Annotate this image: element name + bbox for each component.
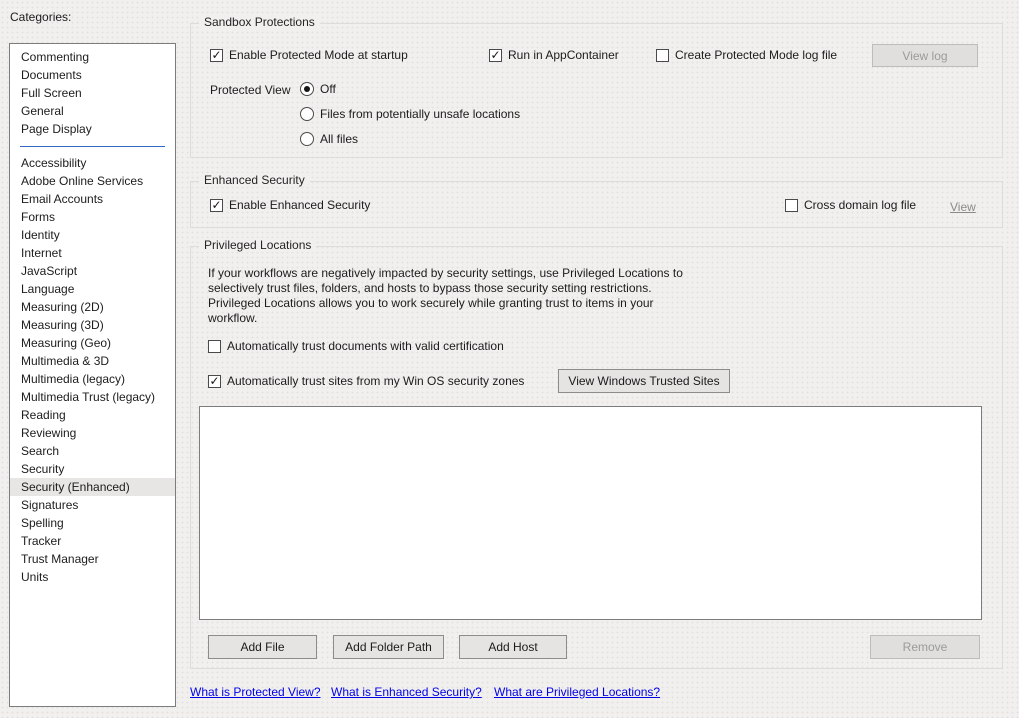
checkbox-icon: [210, 198, 223, 212]
link-what-is-enhanced-security[interactable]: What is Enhanced Security?: [331, 685, 482, 699]
radio-icon: [300, 107, 314, 121]
description-line: Privileged Locations allows you to work …: [208, 296, 654, 310]
sidebar-item-accessibility[interactable]: Accessibility: [10, 154, 175, 172]
sidebar-item-multimedia-legacy[interactable]: Multimedia (legacy): [10, 370, 175, 388]
sidebar-item-tracker[interactable]: Tracker: [10, 532, 175, 550]
categories-label: Categories:: [10, 10, 72, 24]
view-log-button[interactable]: View log: [872, 44, 978, 67]
sidebar-item-search[interactable]: Search: [10, 442, 175, 460]
checkbox-icon: [489, 48, 502, 62]
checkbox-enable-enhanced-security[interactable]: Enable Enhanced Security: [210, 198, 370, 212]
sidebar-item-measuring-2d[interactable]: Measuring (2D): [10, 298, 175, 316]
radio-icon: [300, 132, 314, 146]
privileged-locations-description: If your workflows are negatively impacte…: [208, 266, 808, 326]
sidebar-item-internet[interactable]: Internet: [10, 244, 175, 262]
sidebar-item-signatures[interactable]: Signatures: [10, 496, 175, 514]
remove-button[interactable]: Remove: [870, 635, 980, 659]
sidebar-item-adobe-online-services[interactable]: Adobe Online Services: [10, 172, 175, 190]
radio-protected-view-unsafe-locations[interactable]: Files from potentially unsafe locations: [300, 107, 520, 121]
privileged-locations-title: Privileged Locations: [199, 238, 317, 252]
checkbox-cross-domain-log-file[interactable]: Cross domain log file: [785, 198, 916, 212]
sidebar-item-email-accounts[interactable]: Email Accounts: [10, 190, 175, 208]
checkbox-icon: [208, 374, 221, 388]
view-windows-trusted-sites-button[interactable]: View Windows Trusted Sites: [558, 369, 730, 393]
description-line: If your workflows are negatively impacte…: [208, 266, 683, 280]
checkbox-icon: [656, 48, 669, 62]
category-group-separator: [20, 146, 165, 147]
sidebar-item-measuring-geo[interactable]: Measuring (Geo): [10, 334, 175, 352]
checkbox-label: Automatically trust documents with valid…: [227, 339, 504, 353]
add-file-button[interactable]: Add File: [208, 635, 317, 659]
sidebar-item-page-display[interactable]: Page Display: [10, 120, 175, 138]
link-what-are-privileged-locations[interactable]: What are Privileged Locations?: [494, 685, 660, 699]
checkbox-enable-protected-mode[interactable]: Enable Protected Mode at startup: [210, 48, 408, 62]
checkbox-trust-certified-documents[interactable]: Automatically trust documents with valid…: [208, 339, 504, 353]
checkbox-trust-win-os-security-zones[interactable]: Automatically trust sites from my Win OS…: [208, 374, 524, 388]
checkbox-label: Create Protected Mode log file: [675, 48, 838, 62]
checkbox-run-in-appcontainer[interactable]: Run in AppContainer: [489, 48, 619, 62]
sidebar-item-javascript[interactable]: JavaScript: [10, 262, 175, 280]
sidebar-item-commenting[interactable]: Commenting: [10, 48, 175, 66]
checkbox-label: Enable Enhanced Security: [229, 198, 371, 212]
sidebar-item-security-enhanced[interactable]: Security (Enhanced): [10, 478, 175, 496]
radio-protected-view-off[interactable]: Off: [300, 82, 336, 96]
sidebar-item-documents[interactable]: Documents: [10, 66, 175, 84]
sidebar-item-reviewing[interactable]: Reviewing: [10, 424, 175, 442]
sidebar-item-identity[interactable]: Identity: [10, 226, 175, 244]
checkbox-icon: [785, 198, 798, 212]
add-host-button[interactable]: Add Host: [459, 635, 567, 659]
checkbox-create-protected-mode-log[interactable]: Create Protected Mode log file: [656, 48, 837, 62]
sidebar-item-general[interactable]: General: [10, 102, 175, 120]
sidebar-item-units[interactable]: Units: [10, 568, 175, 586]
checkbox-icon: [210, 48, 223, 62]
checkbox-label: Automatically trust sites from my Win OS…: [227, 374, 525, 388]
sidebar-item-forms[interactable]: Forms: [10, 208, 175, 226]
add-folder-path-button[interactable]: Add Folder Path: [333, 635, 444, 659]
radio-protected-view-all-files[interactable]: All files: [300, 132, 358, 146]
sandbox-protections-title: Sandbox Protections: [199, 15, 320, 29]
sidebar-item-reading[interactable]: Reading: [10, 406, 175, 424]
link-what-is-protected-view[interactable]: What is Protected View?: [190, 685, 321, 699]
radio-label: All files: [320, 132, 359, 146]
privileged-locations-list[interactable]: [199, 406, 982, 620]
sidebar-item-trust-manager[interactable]: Trust Manager: [10, 550, 175, 568]
sidebar-item-multimedia-trust-legacy[interactable]: Multimedia Trust (legacy): [10, 388, 175, 406]
checkbox-label: Run in AppContainer: [508, 48, 619, 62]
preferences-security-enhanced-panel: { "colors": { "page_bg": "#f1f0ef", "sep…: [0, 0, 1019, 718]
view-cross-domain-log-link[interactable]: View: [950, 200, 976, 214]
radio-icon: [300, 82, 314, 96]
sidebar-item-language[interactable]: Language: [10, 280, 175, 298]
description-line: workflow.: [208, 311, 258, 325]
sidebar-item-security[interactable]: Security: [10, 460, 175, 478]
enhanced-security-title: Enhanced Security: [199, 173, 310, 187]
sidebar-item-spelling[interactable]: Spelling: [10, 514, 175, 532]
sidebar-item-measuring-3d[interactable]: Measuring (3D): [10, 316, 175, 334]
radio-label: Off: [320, 82, 336, 96]
categories-listbox: Commenting Documents Full Screen General…: [9, 43, 176, 707]
sidebar-item-full-screen[interactable]: Full Screen: [10, 84, 175, 102]
checkbox-label: Enable Protected Mode at startup: [229, 48, 408, 62]
checkbox-icon: [208, 339, 221, 353]
radio-label: Files from potentially unsafe locations: [320, 107, 521, 121]
protected-view-label: Protected View: [210, 83, 291, 97]
sidebar-item-multimedia-3d[interactable]: Multimedia & 3D: [10, 352, 175, 370]
description-line: selectively trust files, folders, and ho…: [208, 281, 652, 295]
checkbox-label: Cross domain log file: [804, 198, 917, 212]
